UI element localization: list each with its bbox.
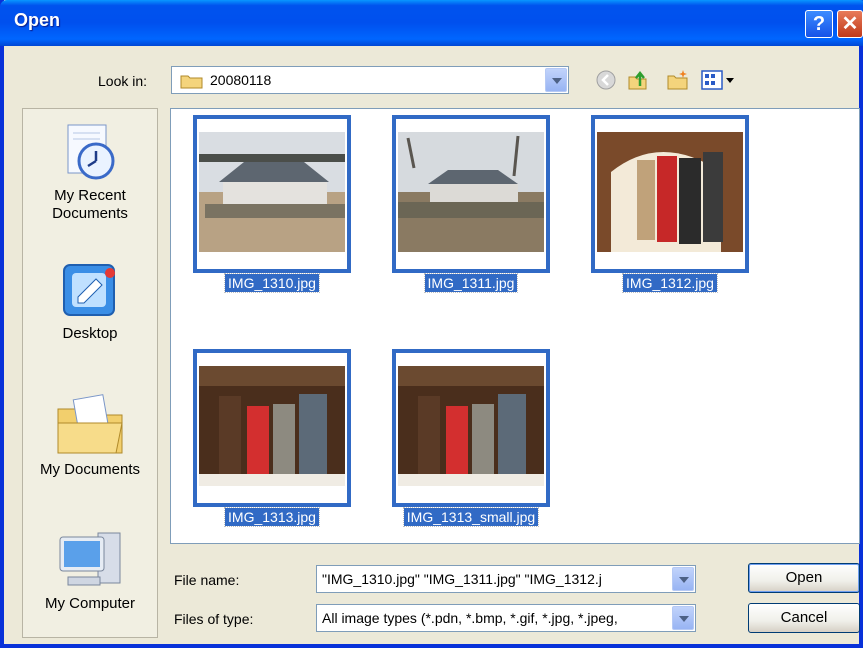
photo-house-thumbnail: [398, 132, 544, 252]
back-icon[interactable]: [594, 68, 618, 92]
photo-people-thumbnail: [597, 132, 743, 252]
file-name: IMG_1312.jpg: [622, 273, 718, 293]
open-button[interactable]: Open: [748, 563, 860, 593]
files-of-type-dropdown[interactable]: All image types (*.pdn, *.bmp, *.gif, *.…: [316, 604, 696, 632]
place-label: Desktop: [62, 325, 118, 342]
dialog-title: Open: [14, 10, 61, 30]
file-name: IMG_1313_small.jpg: [402, 507, 540, 527]
chevron-down-icon[interactable]: [672, 567, 694, 591]
up-folder-icon[interactable]: [626, 68, 650, 92]
photo-house-thumbnail: [199, 132, 345, 252]
file-name-input[interactable]: "IMG_1310.jpg" "IMG_1311.jpg" "IMG_1312.…: [316, 565, 696, 593]
place-my-documents[interactable]: My Documents: [23, 387, 157, 479]
cancel-button[interactable]: Cancel: [748, 603, 860, 633]
desktop-icon: [63, 264, 115, 316]
file-name-value: "IMG_1310.jpg" "IMG_1311.jpg" "IMG_1312.…: [322, 571, 602, 587]
file-name: IMG_1311.jpg: [423, 273, 519, 293]
file-name: IMG_1310.jpg: [224, 273, 320, 293]
thumbnail-frame: [591, 115, 749, 273]
views-menu-icon[interactable]: [700, 68, 736, 92]
files-of-type-label: Files of type:: [174, 611, 254, 627]
place-desktop[interactable]: Desktop: [23, 259, 157, 343]
look-in-label: Look in:: [98, 73, 148, 89]
file-name-label: File name:: [174, 572, 240, 588]
my-computer-icon: [59, 532, 121, 586]
open-dialog: Open ? ✕ Look in: 20080118 My Recent Doc…: [0, 0, 863, 648]
title-bar[interactable]: Open ? ✕: [0, 0, 863, 46]
thumbnail-frame: [193, 349, 351, 507]
thumbnail-frame: [392, 349, 550, 507]
chevron-down-icon[interactable]: [672, 606, 694, 630]
look-in-value: 20080118: [210, 72, 272, 88]
help-button[interactable]: ?: [805, 10, 833, 38]
file-list[interactable]: IMG_1310.jpg IMG_1311.jpg IMG_1312.jpg I…: [170, 108, 860, 544]
thumbnail-frame: [193, 115, 351, 273]
folder-icon: [180, 75, 203, 89]
look-in-dropdown[interactable]: 20080118: [171, 66, 569, 94]
place-my-computer[interactable]: My Computer: [23, 527, 157, 613]
file-name: IMG_1313.jpg: [224, 507, 320, 527]
my-documents-icon: [57, 394, 123, 454]
places-bar: My Recent Documents Desktop My Documents: [22, 108, 158, 638]
photo-people-thumbnail: [199, 366, 345, 486]
photo-people-thumbnail: [398, 366, 544, 486]
new-folder-icon[interactable]: [666, 68, 690, 92]
place-label: My Documents: [39, 461, 141, 478]
place-label: My Recent Documents: [52, 187, 128, 222]
close-button[interactable]: ✕: [837, 10, 863, 38]
place-label: My Computer: [44, 595, 136, 612]
files-of-type-value: All image types (*.pdn, *.bmp, *.gif, *.…: [322, 610, 618, 626]
thumbnail-frame: [392, 115, 550, 273]
chevron-down-icon[interactable]: [545, 68, 567, 92]
recent-documents-icon: [67, 124, 115, 180]
place-my-recent-documents[interactable]: My Recent Documents: [23, 121, 157, 223]
